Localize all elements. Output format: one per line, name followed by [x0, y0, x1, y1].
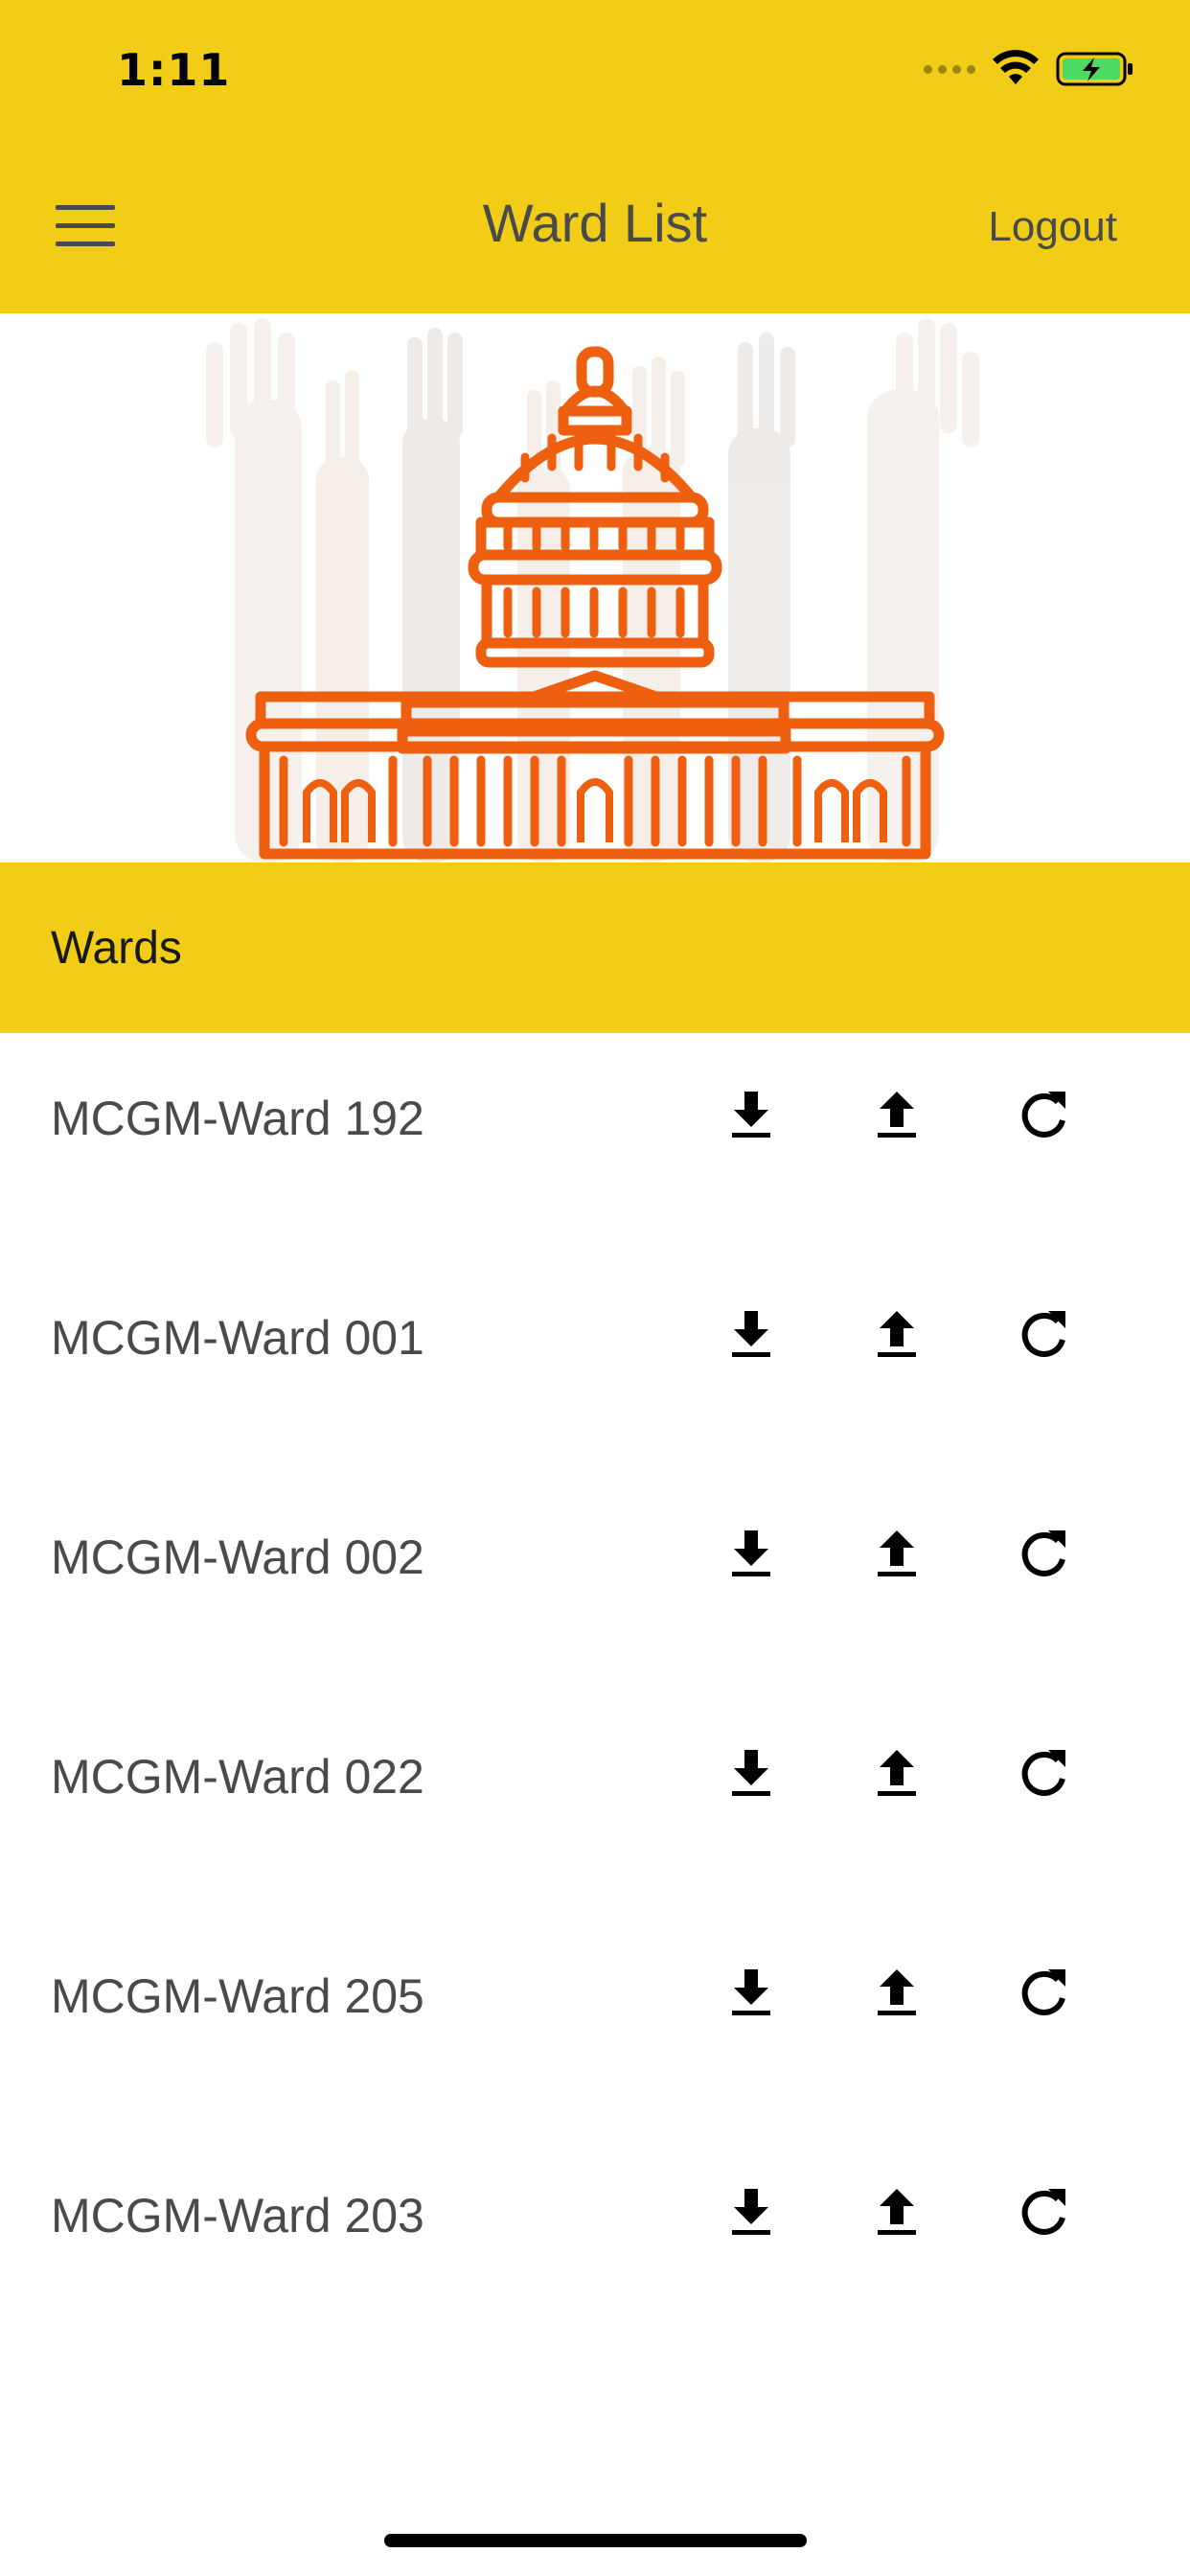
list-item: MCGM-Ward 022 [0, 1691, 1190, 1911]
ward-name[interactable]: MCGM-Ward 002 [51, 1530, 424, 1585]
ward-name[interactable]: MCGM-Ward 205 [51, 1968, 424, 2024]
battery-charging-icon [1056, 52, 1133, 86]
logout-button[interactable]: Logout [988, 203, 1117, 251]
upload-icon[interactable] [868, 1305, 926, 1363]
wifi-icon [993, 50, 1039, 84]
upload-icon[interactable] [868, 1744, 926, 1802]
list-item: MCGM-Ward 205 [0, 1911, 1190, 2130]
capitol-building-illustration [206, 318, 979, 862]
upload-icon[interactable] [868, 1964, 926, 2021]
list-item: MCGM-Ward 192 [0, 1033, 1190, 1253]
refresh-icon[interactable] [1016, 1305, 1073, 1363]
app-header: 1:11 Ward List Logout [0, 0, 1190, 313]
ward-list: MCGM-Ward 192 MCGM-Ward 001 MCGM-Ward 00… [0, 1033, 1190, 2350]
list-item: MCGM-Ward 002 [0, 1472, 1190, 1691]
download-icon[interactable] [722, 1305, 780, 1363]
download-icon[interactable] [722, 1525, 780, 1582]
upload-icon[interactable] [868, 2183, 926, 2241]
ward-name[interactable]: MCGM-Ward 203 [51, 2188, 424, 2243]
refresh-icon[interactable] [1016, 1525, 1073, 1582]
section-title: Wards [51, 923, 182, 974]
list-item: MCGM-Ward 001 [0, 1253, 1190, 1472]
list-item: MCGM-Ward 203 [0, 2130, 1190, 2350]
refresh-icon[interactable] [1016, 1964, 1073, 2021]
ward-name[interactable]: MCGM-Ward 022 [51, 1749, 424, 1805]
cellular-signal-icon [924, 64, 975, 74]
refresh-icon[interactable] [1016, 1744, 1073, 1802]
status-icons [924, 50, 1134, 88]
banner-image [0, 313, 1190, 862]
refresh-icon[interactable] [1016, 2183, 1073, 2241]
download-icon[interactable] [722, 2183, 780, 2241]
upload-icon[interactable] [868, 1525, 926, 1582]
hamburger-menu-icon[interactable] [56, 205, 115, 247]
refresh-icon[interactable] [1016, 1086, 1073, 1143]
ward-name[interactable]: MCGM-Ward 192 [51, 1091, 424, 1146]
download-icon[interactable] [722, 1086, 780, 1143]
download-icon[interactable] [722, 1744, 780, 1802]
home-indicator[interactable] [384, 2534, 807, 2547]
download-icon[interactable] [722, 1964, 780, 2021]
upload-icon[interactable] [868, 1086, 926, 1143]
ward-name[interactable]: MCGM-Ward 001 [51, 1310, 424, 1366]
wards-section-header: Wards [0, 862, 1190, 1033]
status-time: 1:11 [117, 44, 231, 96]
